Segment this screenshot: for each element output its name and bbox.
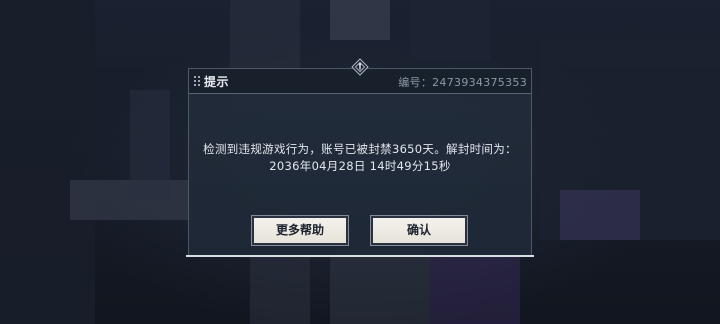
dialog-title: 提示 — [204, 75, 230, 89]
ban-message-line1: 检测到违规游戏行为，账号已被封禁3650天。解封时间为： — [203, 142, 517, 156]
dialog-bottom-line — [186, 255, 534, 257]
account-id-text: 编号：2473934375353 — [398, 76, 527, 89]
confirm-button[interactable]: 确认 — [370, 215, 468, 246]
background-shape — [410, 0, 490, 60]
game-scene: 提示 编号：2473934375353 检测到违规游戏行为，账号已被封禁3650… — [0, 0, 720, 324]
ban-message-line2: 2036年04月28日 14时49分15秒 — [269, 159, 451, 173]
ban-notice-dialog: 提示 编号：2473934375353 检测到违规游戏行为，账号已被封禁3650… — [188, 58, 532, 256]
background-shape — [560, 190, 640, 240]
background-shape — [330, 0, 390, 40]
more-help-button[interactable]: 更多帮助 — [251, 215, 349, 246]
diamond-emblem-icon — [351, 58, 369, 76]
background-shape — [250, 255, 310, 324]
dotted-grip-icon — [193, 75, 201, 87]
background-shape — [0, 0, 95, 324]
background-shape — [130, 90, 170, 200]
ban-message: 检测到违规游戏行为，账号已被封禁3650天。解封时间为： 2036年04月28日… — [189, 141, 531, 175]
background-shape — [330, 250, 430, 324]
background-shape — [430, 255, 520, 324]
